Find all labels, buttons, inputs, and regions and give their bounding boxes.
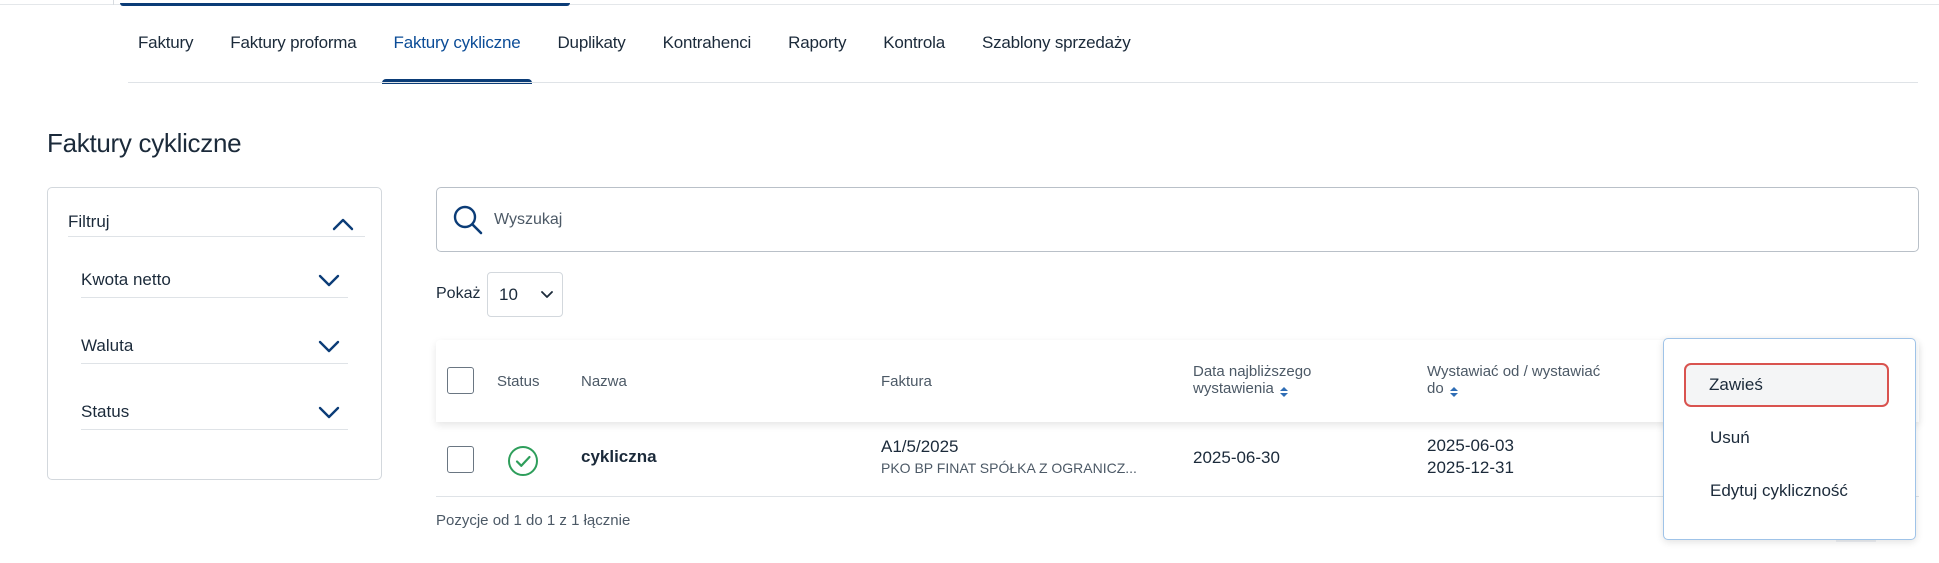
- column-header-name[interactable]: Nazwa: [581, 373, 627, 390]
- column-header-issue-range[interactable]: Wystawiać od / wystawiać do: [1427, 363, 1601, 398]
- check-circle-icon: [507, 445, 539, 477]
- filter-item-kwota-netto[interactable]: Kwota netto: [81, 266, 348, 298]
- tab-faktury-cykliczne[interactable]: Faktury cykliczne: [381, 20, 533, 84]
- row-name[interactable]: cykliczna: [581, 447, 657, 467]
- filter-header-label: Filtruj: [68, 212, 110, 231]
- select-all-checkbox[interactable]: [447, 367, 474, 394]
- filter-header[interactable]: Filtruj: [68, 212, 365, 237]
- context-menu: Zawieś Usuń Edytuj cykliczność: [1663, 338, 1916, 540]
- filter-item-status[interactable]: Status: [81, 398, 348, 430]
- menu-item-edytuj-cyklicznosc[interactable]: Edytuj cykliczność: [1684, 469, 1889, 513]
- tab-duplikaty[interactable]: Duplikaty: [547, 20, 635, 84]
- tab-raporty[interactable]: Raporty: [778, 20, 856, 84]
- search-box: [436, 187, 1919, 252]
- menu-item-usun[interactable]: Usuń: [1684, 416, 1889, 460]
- page-title: Faktury cykliczne: [47, 128, 242, 158]
- filter-item-label: Waluta: [81, 336, 134, 355]
- filter-item-label: Status: [81, 402, 130, 421]
- chevron-down-icon: [541, 291, 553, 299]
- column-header-status[interactable]: Status: [497, 373, 540, 390]
- page-size-select[interactable]: 10: [487, 272, 563, 317]
- column-header-label: wystawienia: [1193, 380, 1274, 397]
- menu-item-label: Zawieś: [1709, 375, 1763, 394]
- tab-faktury[interactable]: Faktury: [128, 20, 203, 84]
- search-input[interactable]: [494, 204, 1894, 236]
- column-header-label: Wystawiać od / wystawiać: [1427, 363, 1601, 380]
- column-header-invoice[interactable]: Faktura: [881, 373, 932, 390]
- row-next-date: 2025-06-30: [1193, 448, 1280, 467]
- tab-kontrola[interactable]: Kontrola: [873, 20, 955, 84]
- page-size-label: Pokaż: [436, 285, 481, 302]
- menu-item-zawies[interactable]: Zawieś: [1684, 363, 1889, 407]
- column-header-label: Data najbliższego: [1193, 363, 1312, 380]
- row-issue-from: 2025-06-03: [1427, 436, 1514, 455]
- menu-item-label: Usuń: [1710, 428, 1750, 447]
- chevron-up-icon[interactable]: [332, 217, 354, 231]
- chevron-down-icon: [318, 406, 340, 420]
- tab-kontrahenci[interactable]: Kontrahenci: [653, 20, 762, 84]
- column-header-next-date[interactable]: Data najbliższego wystawienia: [1193, 363, 1312, 398]
- row-issue-to: 2025-12-31: [1427, 458, 1514, 477]
- top-active-indicator: [120, 0, 570, 6]
- filter-item-label: Kwota netto: [81, 270, 171, 289]
- filter-item-waluta[interactable]: Waluta: [81, 332, 348, 364]
- page-size-value: 10: [499, 285, 518, 304]
- sort-icon[interactable]: [1449, 384, 1458, 398]
- row-contractor: PKO BP FINAT SPÓŁKA Z OGRANICZ...: [881, 460, 1137, 476]
- search-icon: [452, 204, 484, 236]
- menu-item-label: Edytuj cykliczność: [1710, 481, 1848, 500]
- top-navigation-bar: [0, 0, 1939, 6]
- row-invoice-number[interactable]: A1/5/2025: [881, 437, 959, 457]
- column-header-label: do: [1427, 380, 1444, 397]
- pagination-summary: Pozycje od 1 do 1 z 1 łącznie: [436, 512, 631, 529]
- section-tabs: Faktury Faktury proforma Faktury cyklicz…: [128, 20, 1158, 84]
- tab-faktury-proforma[interactable]: Faktury proforma: [220, 20, 366, 84]
- chevron-down-icon: [318, 274, 340, 288]
- tab-szablony-sprzedazy[interactable]: Szablony sprzedaży: [972, 20, 1141, 84]
- sort-icon[interactable]: [1279, 384, 1288, 398]
- filter-panel: Filtruj Kwota netto Waluta Status: [47, 187, 382, 480]
- tabs-divider: [128, 82, 1918, 83]
- row-checkbox[interactable]: [447, 446, 474, 473]
- top-divider: [113, 0, 114, 5]
- chevron-down-icon: [318, 340, 340, 354]
